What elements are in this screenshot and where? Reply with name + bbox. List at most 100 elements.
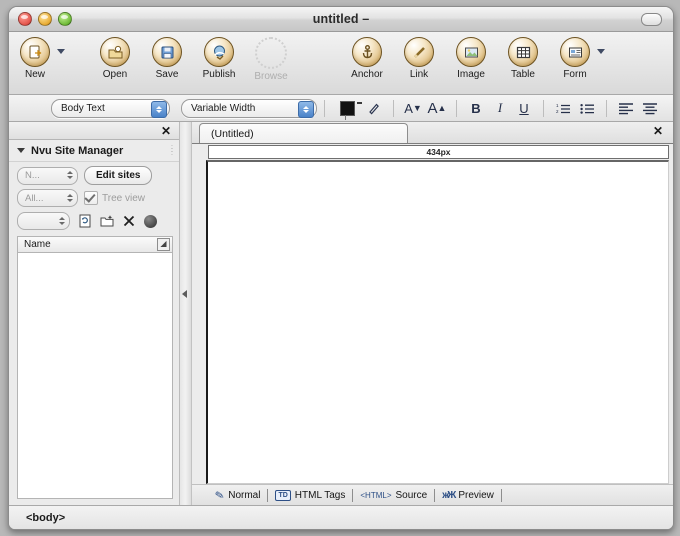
underline-button[interactable]: U — [512, 98, 536, 118]
column-options-icon[interactable]: ◢ — [157, 238, 170, 251]
increase-font-button[interactable]: A ▲ — [425, 98, 449, 118]
splitter-collapse-icon[interactable] — [182, 290, 187, 298]
toolbar-button-image[interactable]: Image — [445, 37, 497, 80]
italic-button[interactable]: I — [488, 98, 512, 118]
tree-view-label: Tree view — [102, 192, 145, 204]
italic-label: I — [497, 100, 503, 115]
text-color-swatch[interactable] — [340, 100, 355, 120]
refresh-file-icon[interactable] — [78, 214, 92, 228]
image-icon — [456, 37, 486, 67]
new-folder-icon[interactable] — [100, 214, 114, 228]
format-separator-1 — [324, 99, 325, 117]
font-family-select[interactable]: Variable Width — [181, 98, 317, 118]
svg-text:1: 1 — [556, 103, 559, 108]
decrease-font-button[interactable]: A ▼ — [401, 98, 425, 118]
site-select[interactable]: N... — [17, 166, 78, 185]
bold-label: B — [471, 100, 481, 116]
tree-view-checkbox-wrap[interactable]: Tree view — [84, 191, 145, 205]
tab-html-tags[interactable]: TD HTML Tags — [268, 486, 352, 504]
title-bar: untitled – — [9, 7, 673, 32]
zoom-button[interactable] — [58, 12, 72, 26]
stop-icon[interactable] — [144, 214, 157, 228]
toolbar-label-save: Save — [155, 69, 179, 80]
toolbar-button-link[interactable]: Link — [393, 37, 445, 80]
editor-pane: (Untitled) ✕ 434px ✎ Normal TD HTML Tags… — [192, 122, 673, 505]
tab-source-label: Source — [395, 489, 428, 501]
publish-icon — [204, 37, 234, 67]
toolbar-label-image: Image — [457, 69, 485, 80]
site-select-stepper-icon — [65, 169, 74, 182]
minimize-button[interactable] — [38, 12, 52, 26]
document-tab-close-icon[interactable]: ✕ — [653, 125, 663, 137]
toolbar-button-save[interactable]: Save — [141, 37, 193, 80]
view-mode-select[interactable] — [17, 212, 70, 230]
tab-source[interactable]: <HTML> Source — [353, 486, 434, 504]
numbered-list-button[interactable]: 12 — [551, 98, 575, 118]
source-icon: <HTML> — [360, 490, 392, 500]
view-mode-stepper-icon — [57, 214, 66, 227]
open-folder-icon — [100, 37, 130, 67]
sidebar-close-bar: ✕ — [9, 122, 179, 140]
outdent-button[interactable] — [614, 98, 638, 118]
file-column-header-label: Name — [24, 239, 51, 250]
svg-text:2: 2 — [556, 109, 559, 114]
tree-view-checkbox[interactable] — [84, 191, 98, 205]
toolbar-button-new[interactable]: New — [9, 37, 61, 80]
indent-button[interactable] — [638, 98, 662, 118]
view-tab-separator-4 — [500, 488, 502, 502]
sidebar-tool-row — [9, 207, 179, 234]
new-dropdown-chevron-icon[interactable] — [57, 49, 65, 54]
toolbar-button-publish[interactable]: Publish — [193, 37, 245, 80]
sidebar-grip-icon[interactable]: ::: — [171, 144, 173, 157]
toolbar-label-form: Form — [563, 69, 587, 80]
filter-select-stepper-icon — [65, 191, 74, 204]
tab-preview-label: Preview — [458, 489, 494, 501]
file-column-header[interactable]: Name ◢ — [17, 236, 173, 253]
tab-preview[interactable]: жЖ Preview — [435, 486, 501, 504]
toolbar-button-open[interactable]: Open — [89, 37, 141, 80]
site-manager-sidebar: ✕ Nvu Site Manager ::: N... Edit sites A… — [9, 122, 180, 505]
pen-icon: ✎ — [213, 488, 226, 503]
disclosure-triangle-icon[interactable] — [17, 148, 25, 153]
increase-font-label: A — [427, 99, 438, 117]
highlight-color-button[interactable] — [362, 98, 386, 118]
editor-canvas[interactable] — [206, 160, 669, 484]
status-bar: <body> — [9, 505, 673, 529]
decrease-arrow-icon: ▼ — [412, 103, 422, 113]
window-shade-button[interactable] — [641, 13, 662, 26]
toolbar-button-table[interactable]: Table — [497, 37, 549, 80]
toolbar-label-anchor: Anchor — [351, 69, 383, 80]
sidebar-filter-row: All... Tree view — [9, 185, 179, 207]
form-dropdown-chevron-icon[interactable] — [597, 49, 605, 54]
form-icon — [560, 37, 590, 67]
tab-normal[interactable]: ✎ Normal — [208, 486, 267, 504]
toolbar-label-open: Open — [102, 69, 128, 80]
main-toolbar: New Open Save Publish Browse Anchor Link… — [9, 32, 673, 95]
delete-icon[interactable] — [122, 214, 136, 228]
page-width-ruler[interactable]: 434px — [208, 145, 669, 159]
tab-normal-label: Normal — [228, 489, 261, 501]
font-family-stepper-icon — [298, 100, 314, 118]
toolbar-label-link: Link — [409, 69, 429, 80]
increase-arrow-icon: ▲ — [437, 103, 447, 113]
close-button[interactable] — [18, 12, 32, 26]
format-separator-2 — [393, 99, 394, 117]
toolbar-button-form[interactable]: Form — [549, 37, 601, 80]
new-page-icon — [20, 37, 50, 67]
sidebar-splitter[interactable] — [180, 122, 192, 505]
sidebar-header[interactable]: Nvu Site Manager ::: — [9, 140, 179, 162]
file-list[interactable] — [17, 253, 173, 499]
view-mode-tabs: ✎ Normal TD HTML Tags <HTML> Source жЖ P… — [192, 484, 673, 505]
edit-sites-button[interactable]: Edit sites — [84, 166, 153, 185]
format-separator-4 — [543, 99, 544, 117]
toolbar-button-anchor[interactable]: Anchor — [341, 37, 393, 80]
link-icon — [404, 37, 434, 67]
filter-select[interactable]: All... — [17, 189, 78, 207]
sidebar-close-icon[interactable]: ✕ — [161, 125, 171, 137]
paragraph-style-select[interactable]: Body Text — [51, 98, 170, 118]
format-separator-3 — [456, 99, 457, 117]
bold-button[interactable]: B — [464, 98, 488, 118]
table-icon — [508, 37, 538, 67]
document-tab[interactable]: (Untitled) — [199, 123, 408, 143]
bulleted-list-button[interactable] — [575, 98, 599, 118]
